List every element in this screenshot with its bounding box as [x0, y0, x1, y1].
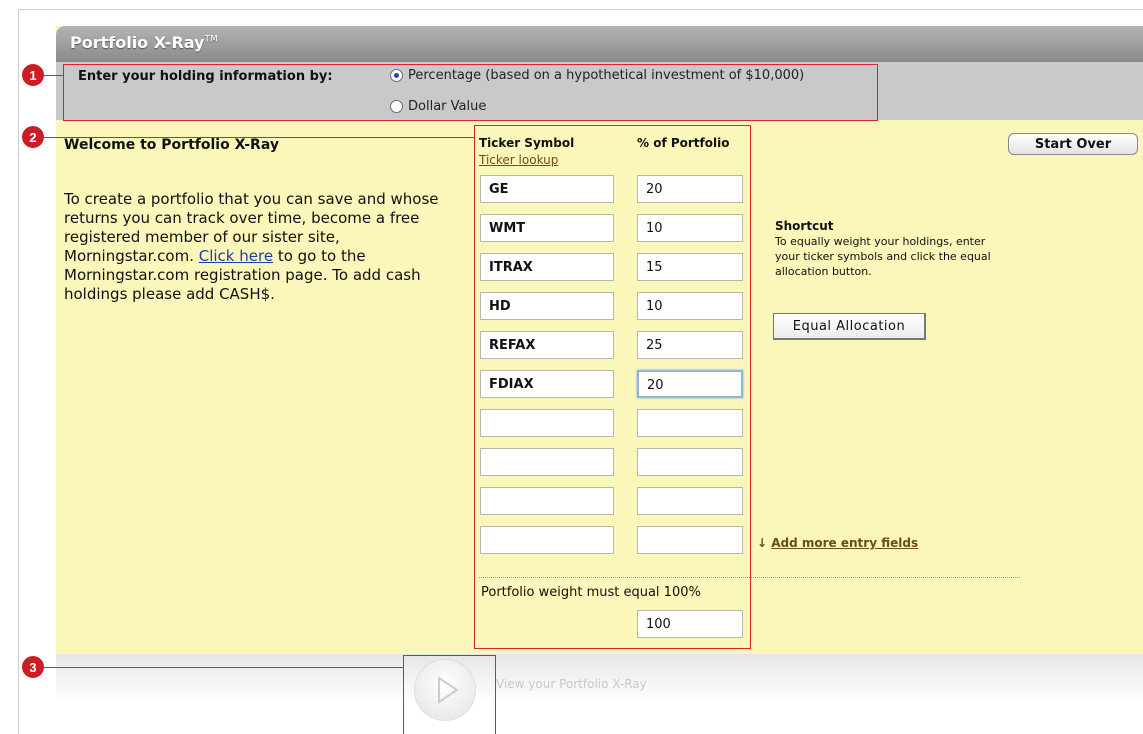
ticker-input[interactable]: GE [480, 175, 614, 203]
ticker-input[interactable]: HD [480, 292, 614, 320]
title-bar: Portfolio X-RayTM [56, 26, 1143, 62]
portfolio-total-field[interactable]: 100 [637, 610, 743, 638]
percent-input[interactable] [637, 409, 743, 437]
add-more-fields-label: Add more entry fields [771, 536, 919, 550]
frame-top-line [18, 9, 1143, 10]
shortcut-title: Shortcut [775, 219, 834, 233]
registration-link[interactable]: Click here [199, 247, 273, 265]
percent-portfolio-header: % of Portfolio [637, 136, 730, 150]
percent-input[interactable]: 10 [637, 214, 743, 242]
callout-line-1 [44, 75, 64, 76]
ticker-input[interactable]: FDIAX [480, 370, 614, 398]
footer-bar [56, 654, 1143, 734]
trademark-mark: TM [204, 34, 218, 45]
welcome-title: Welcome to Portfolio X-Ray [64, 137, 279, 153]
ticker-input[interactable]: REFAX [480, 331, 614, 359]
callout-box-3 [403, 655, 496, 734]
callout-box-1 [63, 64, 878, 121]
equal-allocation-button[interactable]: Equal Allocation [773, 313, 926, 340]
ticker-input[interactable] [480, 487, 614, 515]
percent-input[interactable]: 10 [637, 292, 743, 320]
view-xray-label[interactable]: View your Portfolio X-Ray [496, 677, 647, 691]
ticker-input[interactable]: ITRAX [480, 253, 614, 281]
shortcut-text: To equally weight your holdings, enter y… [775, 235, 991, 278]
percent-input[interactable]: 20 [637, 175, 743, 203]
percent-input[interactable]: 15 [637, 253, 743, 281]
divider [479, 577, 1020, 578]
ticker-symbol-header: Ticker Symbol [479, 136, 575, 150]
app-title: Portfolio X-RayTM [70, 33, 218, 52]
ticker-lookup-link[interactable]: Ticker lookup [479, 153, 558, 167]
callout-badge-3: 3 [22, 656, 44, 678]
frame-left-line [18, 9, 19, 734]
ticker-input[interactable] [480, 448, 614, 476]
percent-input[interactable] [637, 487, 743, 515]
percent-input[interactable]: 25 [637, 331, 743, 359]
percent-input[interactable] [637, 448, 743, 476]
welcome-text: To create a portfolio that you can save … [64, 190, 439, 303]
callout-badge-1: 1 [22, 64, 44, 86]
percent-input[interactable] [637, 526, 743, 554]
percent-input[interactable]: 20 [637, 370, 743, 398]
callout-badge-2: 2 [22, 126, 44, 148]
ticker-input[interactable]: WMT [480, 214, 614, 242]
weight-requirement-note: Portfolio weight must equal 100% [481, 585, 701, 600]
add-more-fields-link[interactable]: ↓ Add more entry fields [757, 536, 918, 550]
down-arrow-icon: ↓ [757, 536, 768, 550]
shortcut-panel: Shortcut To equally weight your holdings… [775, 219, 995, 279]
start-over-button[interactable]: Start Over [1008, 133, 1138, 155]
ticker-input[interactable] [480, 526, 614, 554]
callout-line-3 [44, 667, 404, 668]
ticker-input[interactable] [480, 409, 614, 437]
